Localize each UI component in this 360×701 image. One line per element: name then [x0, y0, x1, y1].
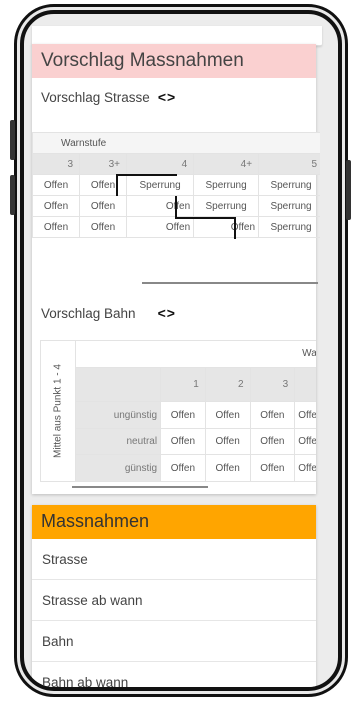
- header-cell: 2: [204, 366, 251, 403]
- boundary-line: [116, 174, 177, 176]
- previous-card-bottom: [32, 26, 322, 46]
- vorschlag-strasse-title: Vorschlag Strasse: [41, 89, 150, 105]
- strasse-table: Warnstufe 3 3+ 4 4+ 5 Offen Offen Sperru…: [32, 132, 320, 238]
- header-cell: 5: [258, 153, 320, 175]
- list-item-bahn[interactable]: Bahn: [32, 621, 316, 662]
- cell: Offen: [249, 427, 296, 456]
- row-label: günstig: [75, 454, 162, 482]
- vorschlag-massnahmen-title: Vorschlag Massnahmen: [32, 44, 316, 78]
- bahn-table: Mittel aus Punkt 1 - 4 Warnstu 1 2 3 3 u…: [40, 340, 316, 482]
- list-item-bahn-ab-wann[interactable]: Bahn ab wann: [32, 662, 316, 688]
- cell: Offen: [79, 174, 127, 196]
- header-cell: 4: [125, 153, 195, 175]
- table-row: Offen Offen Offen Offen Sperrung: [32, 216, 320, 238]
- list-item-strasse[interactable]: Strasse: [32, 539, 316, 580]
- strasse-table-container[interactable]: Warnstufe 3 3+ 4 4+ 5 Offen Offen Sperru…: [32, 132, 320, 288]
- cell: Offe: [294, 454, 316, 482]
- table-row: neutral Offen Offen Offen Offe: [41, 427, 316, 456]
- table-row: günstig Offen Offen Offen Offe: [41, 454, 316, 482]
- boundary-line: [116, 174, 118, 196]
- header-cell: 3: [32, 153, 80, 175]
- cell: Offen: [125, 216, 195, 238]
- cell: Offen: [160, 401, 206, 429]
- bahn-nav-arrows-icon[interactable]: <>: [158, 305, 176, 321]
- cell: Offen: [249, 401, 296, 429]
- cell: Sperrung: [193, 195, 260, 217]
- vorschlag-bahn-title: Vorschlag Bahn: [41, 305, 136, 321]
- cell: Sperrung: [193, 174, 260, 196]
- row-label: neutral: [75, 427, 162, 456]
- cell: Offen: [160, 454, 206, 482]
- phone-side-button: [10, 120, 15, 160]
- header-cell: 3: [294, 366, 316, 403]
- cell: Offen: [32, 216, 80, 238]
- warnstufe-label: Warnstufe: [32, 132, 320, 154]
- cell: Offen: [204, 427, 251, 456]
- boundary-line: [175, 196, 177, 218]
- header-cell: 3+: [79, 153, 127, 175]
- cell: Offe: [294, 401, 316, 429]
- cell: Offe: [294, 427, 316, 456]
- vertical-label-cell: Mittel aus Punkt 1 - 4: [40, 340, 77, 482]
- boundary-line: [175, 217, 235, 219]
- bahn-table-container[interactable]: Mittel aus Punkt 1 - 4 Warnstu 1 2 3 3 u…: [40, 340, 316, 490]
- cell: Offen: [79, 195, 127, 217]
- cell: Offen: [32, 174, 80, 196]
- vertical-label: Mittel aus Punkt 1 - 4: [52, 364, 64, 458]
- boundary-line: [234, 217, 236, 239]
- table-row: Offen Offen Sperrung Sperrung Sperrung: [32, 174, 320, 196]
- cell: Offen: [204, 454, 251, 482]
- cell: Offen: [32, 195, 80, 217]
- header-cell: 4+: [193, 153, 260, 175]
- massnahmen-title: Massnahmen: [32, 505, 316, 539]
- vorschlag-massnahmen-card: Vorschlag Massnahmen Vorschlag Strasse <…: [32, 44, 320, 494]
- massnahmen-card: Massnahmen Strasse Strasse ab wann Bahn …: [32, 505, 316, 688]
- cell: Sperrung: [258, 174, 320, 196]
- cell: Sperrung: [125, 174, 195, 196]
- table-row: ungünstig Offen Offen Offen Offe: [41, 401, 316, 429]
- cell: Offen: [160, 427, 206, 456]
- phone-side-button: [10, 175, 15, 215]
- cell: Offen: [249, 454, 296, 482]
- cell: Sperrung: [258, 195, 320, 217]
- row-label: ungünstig: [75, 401, 162, 429]
- strasse-table-scrollbar[interactable]: [142, 282, 318, 284]
- strasse-nav-arrows-icon[interactable]: <>: [158, 89, 176, 105]
- bahn-table-scrollbar[interactable]: [72, 486, 208, 488]
- cell: Offen: [204, 401, 251, 429]
- cell: Offen: [79, 216, 127, 238]
- cell: Sperrung: [258, 216, 320, 238]
- header-cell: 1: [160, 366, 206, 403]
- vorschlag-strasse-header: Vorschlag Strasse <>: [32, 80, 316, 114]
- phone-power-button: [346, 160, 351, 220]
- header-cell: 3: [249, 366, 296, 403]
- bahn-warnstufe-label: Warnstu: [75, 340, 316, 368]
- empty-header: [75, 366, 162, 403]
- vorschlag-bahn-header: Vorschlag Bahn <>: [32, 298, 185, 328]
- cell: Offen: [125, 195, 195, 217]
- list-item-strasse-ab-wann[interactable]: Strasse ab wann: [32, 580, 316, 621]
- phone-screen: Vorschlag Massnahmen Vorschlag Strasse <…: [20, 10, 342, 691]
- cell: Offen: [193, 216, 260, 238]
